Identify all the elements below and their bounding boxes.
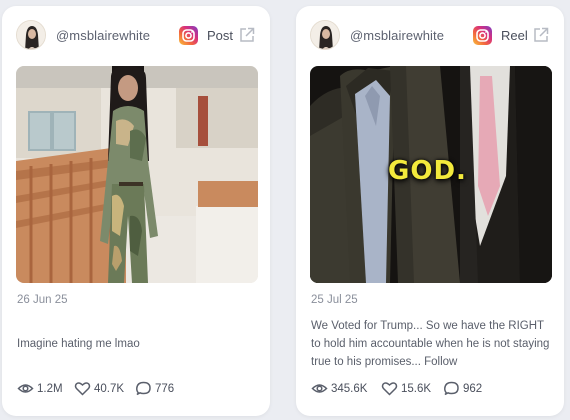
post-card[interactable]: @msblairewhite Post 26 Jun 25 Imagine ha…: [2, 6, 270, 416]
post-media[interactable]: [16, 66, 258, 283]
post-caption: Imagine hating me lmao: [17, 338, 140, 350]
comments-count: 962: [463, 383, 483, 395]
views-count: 1.2M: [37, 383, 63, 395]
post-card[interactable]: @msblairewhite Reel GOD. 25 Jul 25 We Vo…: [296, 6, 564, 416]
post-caption: We Voted for Trump... So we have the RIG…: [311, 320, 550, 368]
card-header: @msblairewhite Post: [16, 20, 258, 52]
likes-count: 15.6K: [401, 383, 432, 395]
post-type-label: Post: [207, 28, 234, 43]
views-count: 345.6K: [331, 383, 368, 395]
post-type-label: Reel: [501, 28, 528, 43]
external-link-icon[interactable]: [532, 26, 550, 44]
comment-icon: [444, 381, 459, 396]
heart-icon: [74, 382, 91, 396]
post-date: 25 Jul 25: [311, 294, 358, 306]
instagram-icon: [473, 26, 492, 45]
username[interactable]: @msblairewhite: [56, 28, 150, 43]
username[interactable]: @msblairewhite: [350, 28, 444, 43]
external-link-icon[interactable]: [238, 26, 256, 44]
post-date: 26 Jun 25: [17, 294, 68, 306]
card-header: @msblairewhite Reel: [310, 20, 552, 52]
heart-icon: [381, 382, 398, 396]
likes-count: 40.7K: [94, 383, 125, 395]
comments-count: 776: [155, 383, 175, 395]
media-overlay-text: GOD.: [388, 156, 467, 186]
eye-icon: [17, 384, 34, 393]
eye-icon: [311, 384, 328, 393]
reel-media[interactable]: GOD.: [310, 66, 552, 283]
avatar[interactable]: [310, 20, 340, 50]
instagram-icon: [179, 26, 198, 45]
avatar[interactable]: [16, 20, 46, 50]
comment-icon: [136, 381, 151, 396]
